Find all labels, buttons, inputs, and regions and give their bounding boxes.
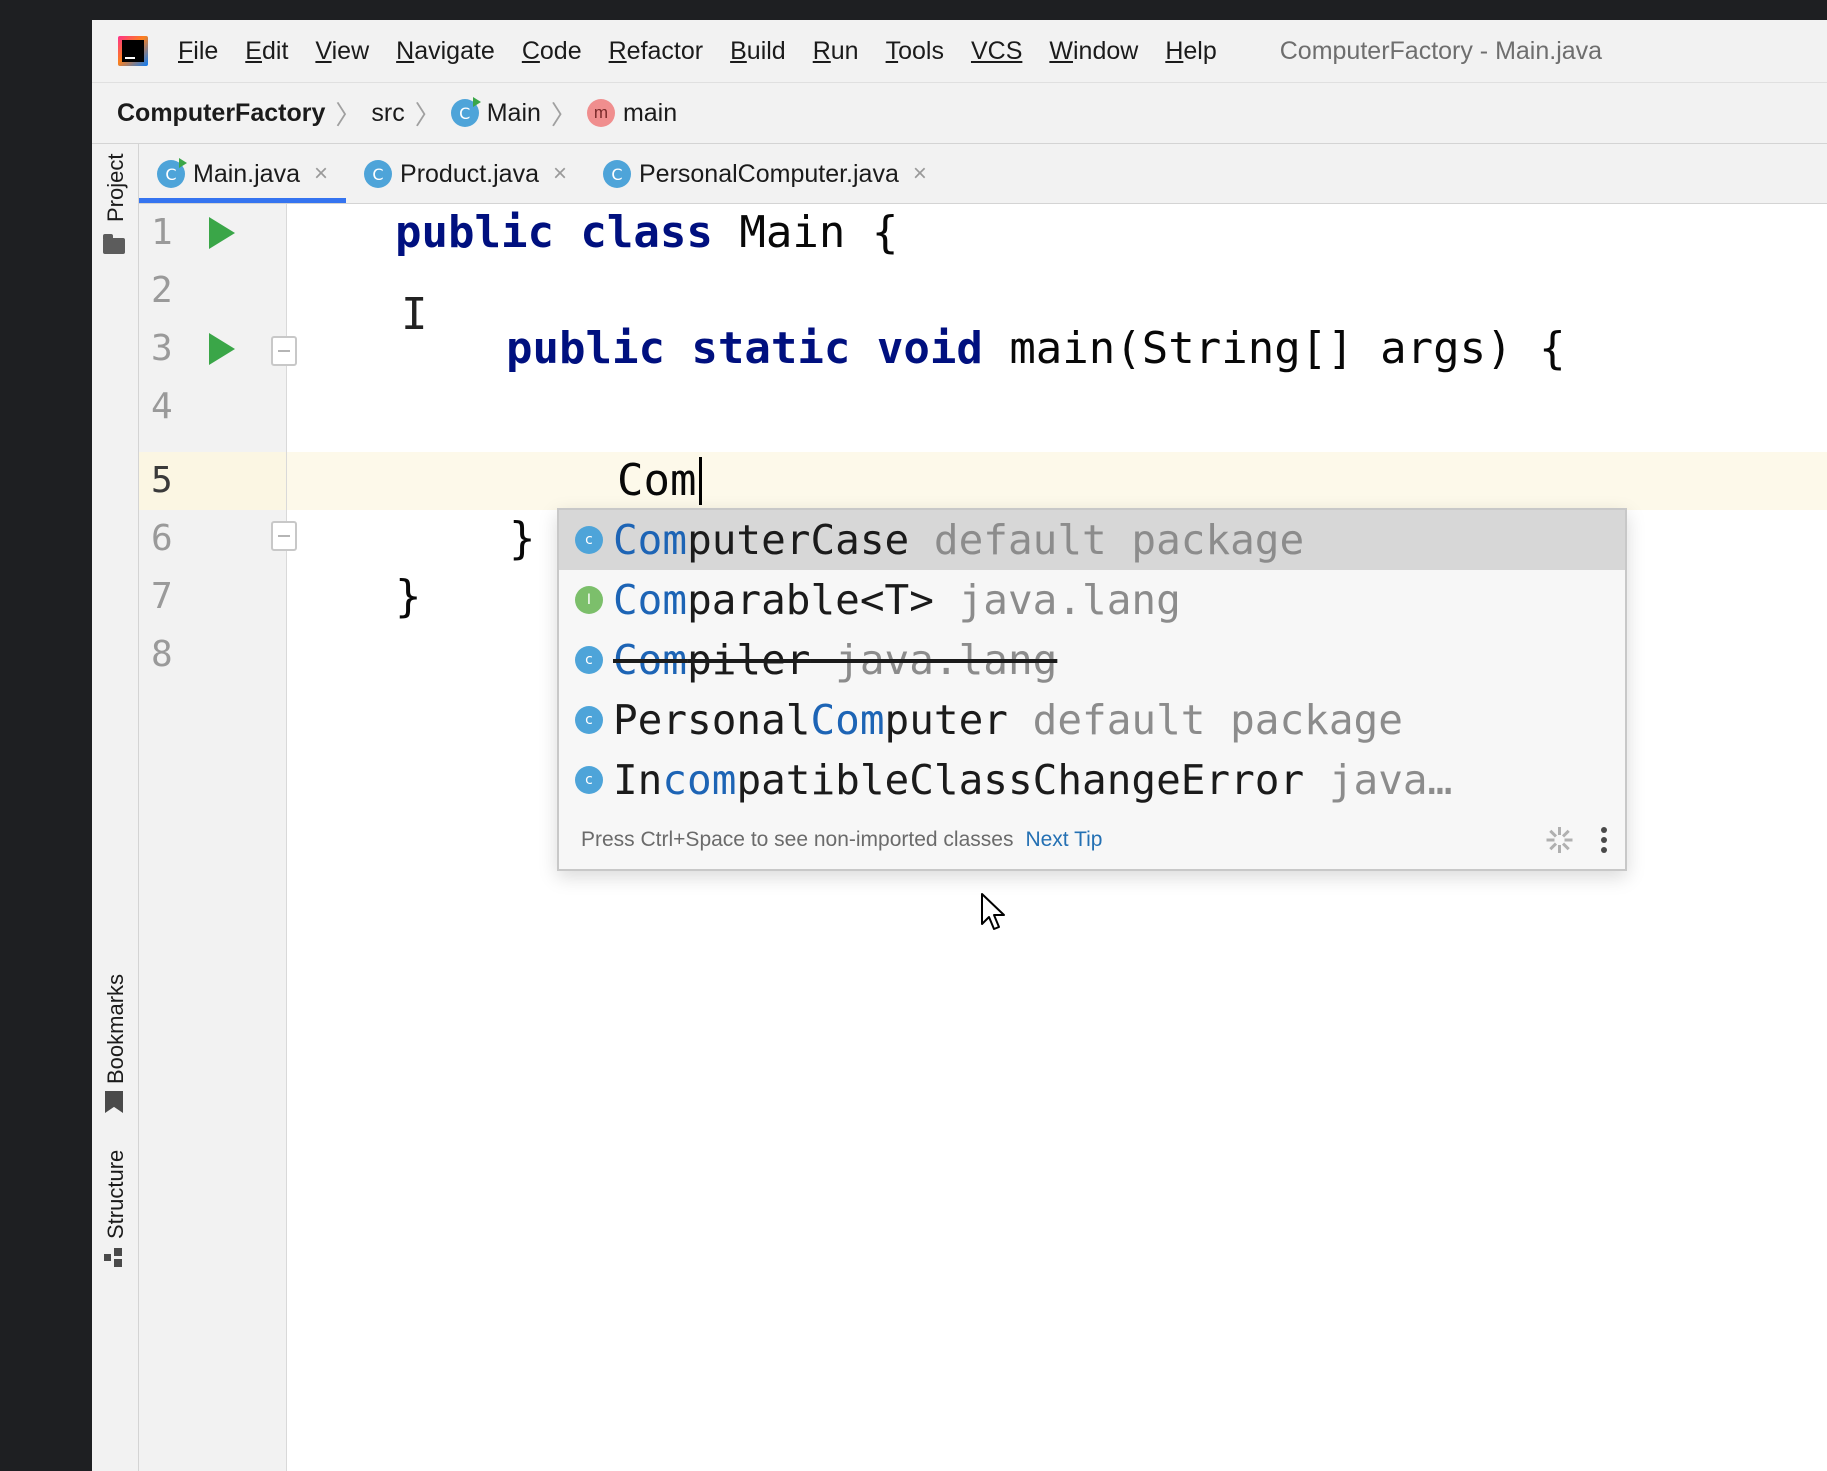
completion-item-incompatibleclasschangeerror[interactable]: c IncompatibleClassChangeError java… <box>559 750 1625 810</box>
bookmark-icon <box>105 1091 123 1113</box>
window-title: ComputerFactory - Main.java <box>1279 36 1603 65</box>
folder-icon <box>103 234 125 254</box>
line-number: 2 <box>151 270 173 311</box>
chevron-right-icon: 〉 <box>414 99 441 130</box>
interface-icon: I <box>575 586 603 614</box>
completion-item-personalcomputer[interactable]: c PersonalComputer default package <box>559 690 1625 750</box>
code-completion-popup: c ComputerCase default package I Compara… <box>557 508 1627 871</box>
run-icon[interactable] <box>209 217 235 249</box>
code-line-3: public static void main(String[] args) { <box>506 320 1566 378</box>
breadcrumb: ComputerFactory 〉 src 〉 C Main 〉 m main <box>92 82 1827 144</box>
close-icon[interactable]: × <box>913 160 927 188</box>
menu-window[interactable]: Window <box>1049 37 1138 66</box>
close-icon[interactable]: × <box>553 160 567 188</box>
desktop-left-edge <box>0 20 92 1471</box>
structure-icon <box>104 1248 124 1268</box>
project-tool-button[interactable]: Project <box>100 154 130 268</box>
class-icon: c <box>575 646 603 674</box>
tab-label: Product.java <box>400 159 539 188</box>
runnable-class-icon: C <box>157 158 187 188</box>
code-line-6: } <box>509 513 536 564</box>
menu-vcs[interactable]: VCS <box>971 37 1022 66</box>
line-number: 6 <box>151 518 173 559</box>
line-number: 4 <box>151 386 173 427</box>
current-line-highlight <box>287 452 1827 510</box>
breadcrumb-src[interactable]: src <box>371 99 404 128</box>
class-icon: c <box>575 766 603 794</box>
completion-footer: Press Ctrl+Space to see non-imported cla… <box>559 811 1625 869</box>
class-icon: c <box>575 526 603 554</box>
tab-product-java[interactable]: C Product.java × <box>346 145 585 203</box>
tab-main-java[interactable]: C Main.java × <box>139 145 347 203</box>
code-text: main(String[] args) { <box>982 323 1566 374</box>
bookmarks-tool-button[interactable]: Bookmarks <box>100 974 130 1114</box>
chevron-right-icon: 〉 <box>335 99 362 130</box>
menu-refactor[interactable]: Refactor <box>609 37 704 66</box>
menu-help[interactable]: Help <box>1165 37 1216 66</box>
completion-item-computercase[interactable]: c ComputerCase default package <box>559 510 1625 570</box>
bookmarks-tool-label: Bookmarks <box>103 973 128 1084</box>
tab-label: Main.java <box>193 159 300 188</box>
structure-tool-label: Structure <box>103 1149 128 1239</box>
more-options-icon[interactable] <box>1601 827 1607 853</box>
line-number: 3 <box>151 328 173 369</box>
completion-item-compiler[interactable]: c Compiler java.lang <box>559 630 1625 690</box>
intellij-logo-icon[interactable] <box>118 36 148 66</box>
menu-view[interactable]: View <box>315 37 369 66</box>
os-top-strip <box>0 0 1827 20</box>
fold-icon[interactable] <box>271 521 297 551</box>
completion-item-comparable[interactable]: I Comparable<T> java.lang <box>559 570 1625 630</box>
code-line-5: Com <box>617 455 697 506</box>
menu-build[interactable]: Build <box>730 37 786 66</box>
line-number: 7 <box>151 576 173 617</box>
structure-tool-button[interactable]: Structure <box>100 1144 130 1284</box>
tab-label: PersonalComputer.java <box>639 159 899 188</box>
menu-navigate[interactable]: Navigate <box>396 37 495 66</box>
breadcrumb-project[interactable]: ComputerFactory <box>117 99 325 128</box>
next-tip-link[interactable]: Next Tip <box>1025 828 1102 852</box>
line-number: 1 <box>151 212 173 253</box>
keyword: public class <box>395 207 713 258</box>
class-icon: c <box>575 706 603 734</box>
breadcrumb-class[interactable]: Main <box>487 99 541 128</box>
code-line-7: } <box>395 571 422 622</box>
loading-spinner-icon <box>1546 827 1573 853</box>
chevron-right-icon: 〉 <box>550 99 577 130</box>
menu-run[interactable]: Run <box>813 37 859 66</box>
mouse-pointer-icon <box>981 893 1005 930</box>
line-number: 5 <box>151 460 173 501</box>
menu-bar: File Edit View Navigate Code Refactor Bu… <box>92 20 1827 82</box>
menu-tools[interactable]: Tools <box>886 37 944 66</box>
menu-code[interactable]: Code <box>522 37 582 66</box>
ide-window: File Edit View Navigate Code Refactor Bu… <box>92 20 1827 1471</box>
close-icon[interactable]: × <box>314 160 328 188</box>
text-caret <box>699 457 702 505</box>
code-line-1: public class Main { <box>395 204 898 262</box>
fold-icon[interactable] <box>271 336 297 366</box>
method-icon: m <box>586 99 615 127</box>
tool-window-strip: Project Bookmarks Structure <box>92 144 139 1471</box>
line-number: 8 <box>151 634 173 675</box>
breadcrumb-method[interactable]: main <box>623 99 677 128</box>
class-icon: C <box>364 160 393 188</box>
project-tool-label: Project <box>103 153 128 222</box>
menu-edit[interactable]: Edit <box>245 37 288 66</box>
tab-personalcomputer-java[interactable]: C PersonalComputer.java × <box>585 145 945 203</box>
keyword: public static void <box>506 323 983 374</box>
i-beam-cursor-icon: I <box>401 289 428 340</box>
editor-tabs: C Main.java × C Product.java × C Persona… <box>139 144 1827 204</box>
menu-file[interactable]: File <box>178 37 218 66</box>
code-text: Main { <box>712 207 899 258</box>
completion-hint: Press Ctrl+Space to see non-imported cla… <box>581 828 1014 851</box>
class-icon: C <box>603 160 631 188</box>
runnable-class-icon: C <box>450 97 481 127</box>
run-icon[interactable] <box>209 333 235 365</box>
